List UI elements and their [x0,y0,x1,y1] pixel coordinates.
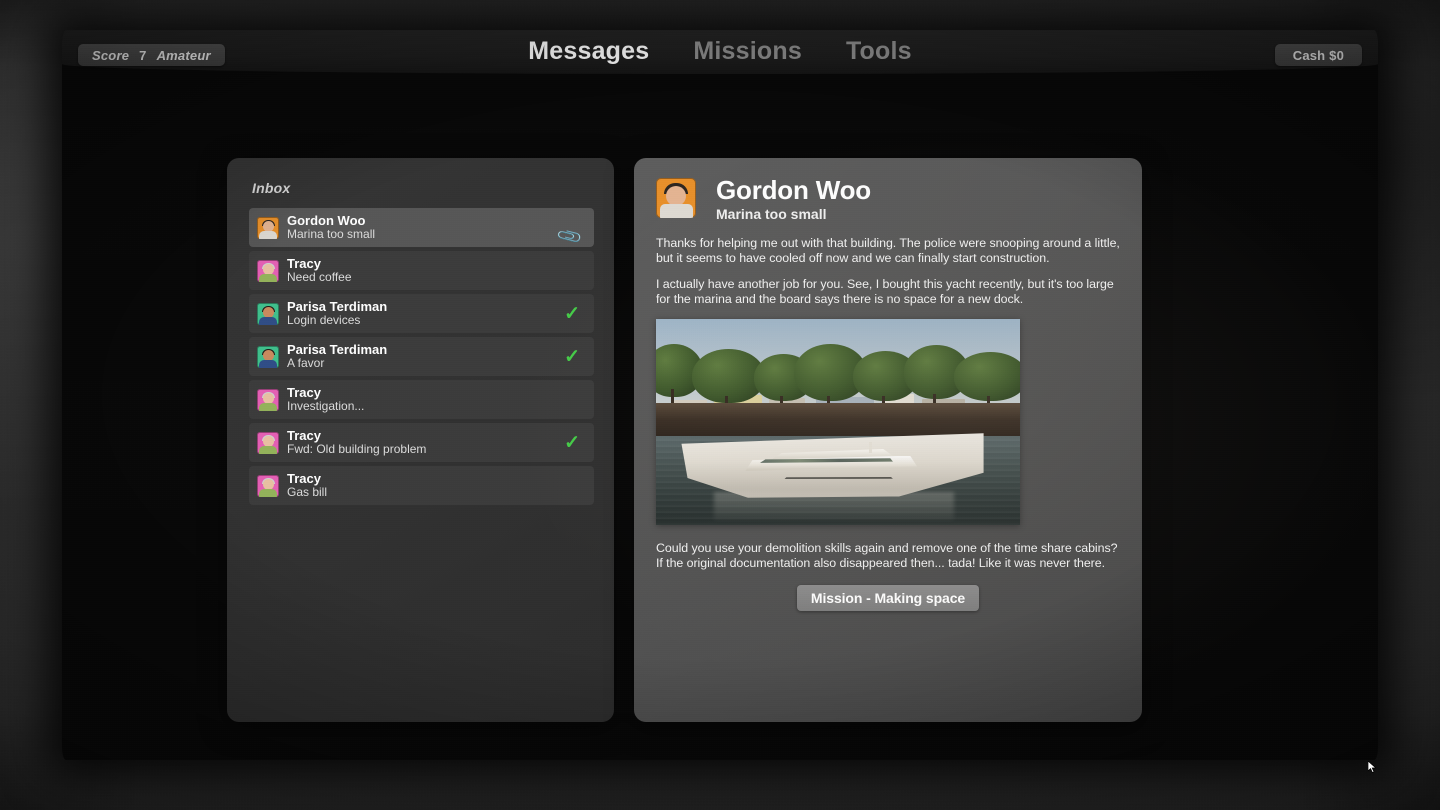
message-subject: Investigation... [287,399,365,414]
avatar [257,388,279,411]
message-sender: Tracy [287,428,321,443]
message-paragraph-2: I actually have another job for you. See… [656,277,1114,307]
message-subject: Login devices [287,313,361,328]
list-item[interactable]: Tracy Fwd: Old building problem ✓ [249,423,594,462]
message-subject: Fwd: Old building problem [287,442,427,457]
mission-button-row: Mission - Making space [656,584,1120,611]
message-subject: A favor [287,356,325,371]
avatar [257,259,279,282]
list-item[interactable]: Tracy Need coffee [249,251,594,290]
messages-screen: Inbox Gordon Woo Marina too small 📎 Trac… [62,74,1378,760]
message-sender: Parisa Terdiman [287,342,388,357]
message-subject: Need coffee [287,270,352,285]
avatar [257,431,279,454]
inbox-list: Gordon Woo Marina too small 📎 Tracy Need… [249,208,594,505]
message-paragraph-3: Could you use your demolition skills aga… [656,540,1118,570]
message-sender: Tracy [287,471,321,486]
check-icon: ✓ [564,432,580,453]
list-item[interactable]: Gordon Woo Marina too small 📎 [249,208,594,250]
list-item[interactable]: Parisa Terdiman A favor ✓ [249,337,594,376]
message-sender: Parisa Terdiman [287,299,388,314]
list-item[interactable]: Parisa Terdiman Login devices ✓ [249,294,594,333]
message-sender: Gordon Woo [287,213,366,228]
message-subject: Gas bill [287,485,328,500]
tab-tools[interactable]: Tools [846,38,912,66]
list-item[interactable]: Tracy Investigation... [249,380,594,419]
avatar [257,216,279,239]
game-screen: Score 7 Amateur Messages Missions Tools … [62,30,1378,760]
inbox-title: Inbox [252,180,291,196]
message-paragraph-1: Thanks for helping me out with that buil… [656,236,1120,266]
message-sender: Tracy [287,385,321,400]
avatar [656,178,696,218]
message-subject: Marina too small [716,206,827,223]
yacht-photo [656,318,1020,525]
list-item[interactable]: Tracy Gas bill [249,466,594,505]
message-sender: Tracy [287,256,321,271]
message-subject: Marina too small [287,227,376,242]
paperclip-icon: 📎 [555,222,584,250]
tab-missions[interactable]: Missions [693,38,802,66]
top-bar: Score 7 Amateur Messages Missions Tools … [62,30,1378,74]
main-nav: Messages Missions Tools [62,30,1378,74]
cash-badge: Cash $0 [1274,44,1362,66]
avatar [257,345,279,368]
mission-button[interactable]: Mission - Making space [796,584,980,611]
tab-messages[interactable]: Messages [528,38,649,66]
inbox-panel: Inbox Gordon Woo Marina too small 📎 Trac… [227,158,614,722]
check-icon: ✓ [564,303,580,324]
check-icon: ✓ [564,346,580,367]
avatar [257,474,279,497]
message-header: Gordon Woo Marina too small [656,176,1120,222]
avatar [257,302,279,325]
message-sender: Gordon Woo [716,175,871,205]
message-reader-panel: Gordon Woo Marina too small Thanks for h… [634,158,1142,722]
